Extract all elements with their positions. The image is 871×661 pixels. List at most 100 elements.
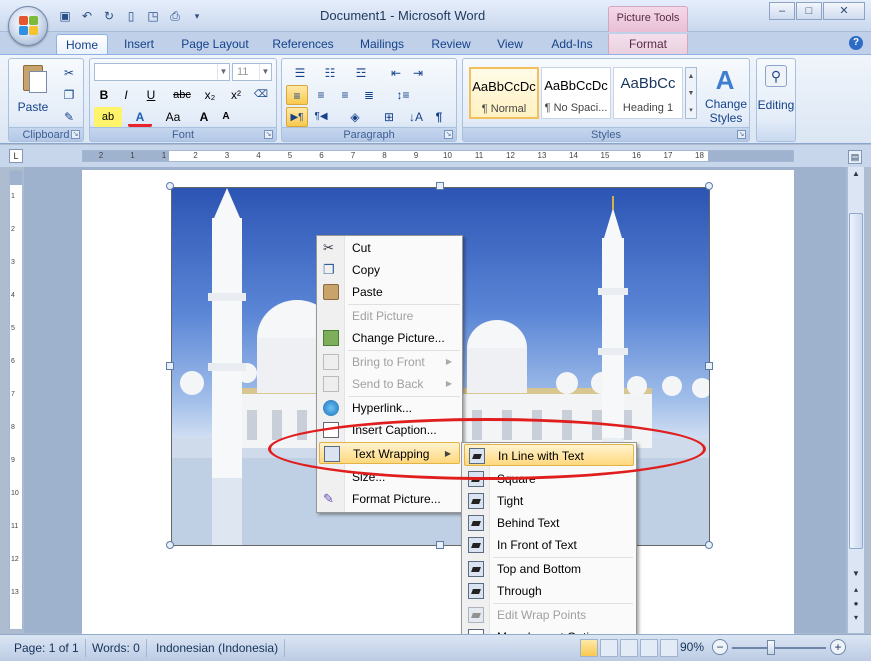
resize-handle-top[interactable] [436,182,444,190]
menu-item-send-to-back[interactable]: Send to Back ▶ [319,373,460,395]
print-preview-icon[interactable]: ▯ [122,8,140,24]
wrap-tight[interactable]: Tight [464,490,634,512]
menu-item-paste[interactable]: Paste [319,281,460,303]
zoom-out-icon[interactable]: − [712,639,728,655]
font-size-combo[interactable]: 11 ▼ [232,63,272,81]
style-normal[interactable]: AaBbCcDc ¶ Normal [469,67,539,119]
italic-button[interactable]: I [116,85,136,105]
wrap-top-and-bottom[interactable]: Top and Bottom [464,558,634,580]
borders-icon[interactable]: ⊞ [374,107,404,127]
cut-icon[interactable]: ✂ [59,63,79,83]
change-styles-label-2[interactable]: Styles [701,111,751,125]
minimize-button[interactable]: – [769,2,795,20]
close-button[interactable]: ✕ [823,2,865,20]
clear-formatting-icon[interactable]: ⌫ [250,85,272,105]
format-painter-icon[interactable]: ✎ [59,107,79,127]
paste-button[interactable]: Paste [15,97,51,117]
next-page-icon[interactable]: ▾ [849,611,863,624]
subscript-button[interactable]: x₂ [198,85,222,105]
justify-icon[interactable]: ≣ [358,85,380,105]
zoom-in-icon[interactable]: + [830,639,846,655]
chevron-down-icon[interactable]: ▼ [217,64,229,80]
tab-review[interactable]: Review [423,34,479,54]
bullets-icon[interactable]: ☰ [286,63,314,83]
font-name-combo[interactable]: ▼ [94,63,230,81]
tab-view[interactable]: View [488,34,532,54]
editing-button[interactable]: Editing [752,95,800,115]
undo-icon[interactable]: ↶ [78,8,96,24]
resize-handle-bottom-left[interactable] [166,541,174,549]
binoculars-icon[interactable]: ⚲ [765,65,787,87]
redo-icon[interactable]: ↻ [100,8,118,24]
resize-handle-bottom-right[interactable] [705,541,713,549]
zoom-level[interactable]: 90% [680,640,704,654]
sort-icon[interactable]: ↓A [406,107,426,127]
status-words[interactable]: Words: 0 [86,639,147,657]
chevron-down-icon[interactable]: ▼ [259,64,271,80]
vertical-ruler[interactable]: 1 2 3 4 5 6 7 8 9 10 11 12 13 [9,170,23,630]
select-browse-object-icon[interactable]: ● [849,597,863,610]
menu-item-size[interactable]: Size... [319,466,460,488]
tab-selector-icon[interactable]: L [9,149,23,163]
previous-page-icon[interactable]: ▴ [849,583,863,596]
change-styles-label-1[interactable]: Change [701,97,751,111]
strikethrough-button[interactable]: abc [168,85,196,105]
tab-insert[interactable]: Insert [114,34,164,54]
copy-icon[interactable]: ❐ [59,85,79,105]
font-launcher-icon[interactable]: ↘ [264,130,273,139]
draft-icon[interactable] [660,639,678,657]
shrink-font-button[interactable]: A [216,107,236,127]
maximize-button[interactable]: □ [796,2,822,20]
status-language[interactable]: Indonesian (Indonesia) [150,639,286,657]
rtl-icon[interactable]: ¶◀ [310,107,332,127]
web-layout-icon[interactable] [620,639,638,657]
clipboard-launcher-icon[interactable]: ↘ [71,130,80,139]
menu-item-hyperlink[interactable]: Hyperlink... [319,397,460,419]
full-screen-icon[interactable] [600,639,618,657]
paragraph-launcher-icon[interactable]: ↘ [444,130,453,139]
horizontal-ruler[interactable]: 2 1 1 2 3 4 5 6 7 8 9 10 11 12 13 14 15 16 17 18 [82,150,794,162]
customize-icon[interactable]: ▾ [188,8,206,24]
menu-item-cut[interactable]: ✂ Cut [319,237,460,259]
zoom-slider-knob[interactable] [767,640,775,655]
menu-item-edit-picture[interactable]: Edit Picture [319,305,460,327]
outline-icon[interactable] [640,639,658,657]
office-button[interactable] [8,6,48,46]
scroll-thumb[interactable] [849,213,863,549]
shading-icon[interactable]: ◈ [340,107,370,127]
bold-button[interactable]: B [94,85,114,105]
style-no-spacing[interactable]: AaBbCcDc ¶ No Spaci... [541,67,611,119]
decrease-indent-icon[interactable]: ⇤ [386,63,406,83]
font-color-icon[interactable]: A [128,107,152,127]
change-case-button[interactable]: Aa [158,107,188,127]
increase-indent-icon[interactable]: ⇥ [408,63,428,83]
styles-scroll[interactable]: ▲ ▼ ▾ [685,67,697,119]
tab-references[interactable]: References [265,34,341,54]
tab-mailings[interactable]: Mailings [350,34,414,54]
menu-item-change-picture[interactable]: Change Picture... [319,327,460,349]
wrap-behind-text[interactable]: Behind Text [464,512,634,534]
vertical-scrollbar[interactable]: ▲ ▼ ▴ ● ▾ [847,167,864,633]
numbering-icon[interactable]: ☷ [316,63,344,83]
scroll-down-icon[interactable]: ▼ [849,567,863,580]
resize-handle-bottom[interactable] [436,541,444,549]
save-icon[interactable]: ▣ [56,8,74,24]
style-heading-1[interactable]: AaBbCc Heading 1 [613,67,683,119]
line-spacing-icon[interactable]: ↕≡ [388,85,418,105]
underline-button[interactable]: U [138,85,164,105]
resize-handle-top-left[interactable] [166,182,174,190]
status-page[interactable]: Page: 1 of 1 [8,639,86,657]
spelling-icon[interactable]: ◳ [144,8,162,24]
scroll-up-icon[interactable]: ▲ [849,167,863,180]
resize-handle-top-right[interactable] [705,182,713,190]
multilevel-list-icon[interactable]: ☲ [346,63,376,83]
print-icon[interactable]: ⎙ [166,8,184,24]
align-left-icon[interactable]: ≡ [286,85,308,105]
resize-handle-right[interactable] [705,362,713,370]
wrap-square[interactable]: Square [464,468,634,490]
styles-launcher-icon[interactable]: ↘ [737,130,746,139]
menu-item-text-wrapping[interactable]: Text Wrapping ▶ [319,442,460,464]
tab-format[interactable]: Format [608,34,688,54]
grow-font-button[interactable]: A [194,107,214,127]
menu-item-format-picture[interactable]: ✎ Format Picture... [319,488,460,510]
